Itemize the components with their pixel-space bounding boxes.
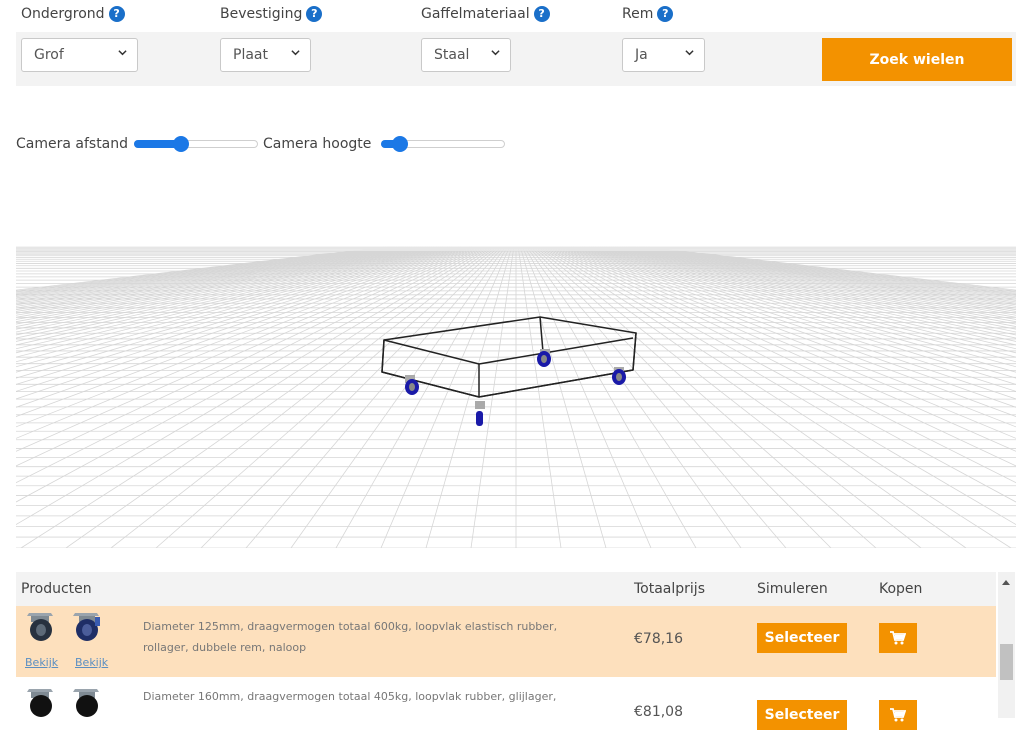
ondergrond-select[interactable]: Grof <box>21 38 138 72</box>
camera-height-thumb[interactable] <box>392 136 408 152</box>
gaffelmateriaal-select[interactable]: Staal <box>421 38 511 72</box>
caster-wheel <box>405 375 419 395</box>
selecteer-button[interactable]: Selecteer <box>757 623 847 653</box>
camera-height-label: Camera hoogte <box>263 136 372 152</box>
bevestiging-select[interactable]: Plaat <box>220 38 311 72</box>
3d-viewport[interactable] <box>0 245 1024 549</box>
help-icon[interactable]: ? <box>657 6 674 22</box>
floor-grid <box>0 245 1024 549</box>
caster-wheel-image[interactable] <box>23 684 59 718</box>
selecteer-button[interactable]: Selecteer <box>757 700 847 730</box>
buy-button[interactable] <box>879 623 917 653</box>
filter-label-ondergrond: Ondergrond ? <box>21 6 125 22</box>
scrollbar-thumb[interactable] <box>1000 644 1013 680</box>
header-buy: Kopen <box>879 581 923 597</box>
camera-distance-slider[interactable] <box>134 136 258 152</box>
buy-button[interactable] <box>879 700 917 730</box>
caster-wheel <box>612 367 626 385</box>
product-price: €78,16 <box>634 631 683 647</box>
table-row: Diameter 160mm, draagvermogen totaal 405… <box>16 680 996 751</box>
chevron-down-icon <box>118 50 127 56</box>
table-header: Producten Totaalprijs Simuleren Kopen <box>16 572 996 606</box>
caster-wheel <box>475 401 485 426</box>
rem-select[interactable]: Ja <box>622 38 705 72</box>
header-products: Producten <box>21 581 92 597</box>
shopping-cart-icon <box>890 708 906 722</box>
caster-wheel-image[interactable] <box>69 684 105 718</box>
scroll-up-arrow-icon[interactable] <box>1002 580 1010 585</box>
filter-bar: Ondergrond ? Grof Bevestiging ? Plaat Ga… <box>0 0 1024 86</box>
filter-label-bevestiging: Bevestiging ? <box>220 6 323 22</box>
table-scrollbar[interactable] <box>998 572 1015 718</box>
camera-distance-thumb[interactable] <box>173 136 189 152</box>
bekijk-link[interactable]: Bekijk <box>75 656 108 669</box>
caster-wheel <box>537 349 551 367</box>
chevron-down-icon <box>685 50 694 56</box>
camera-distance-label: Camera afstand <box>16 136 129 152</box>
help-icon[interactable]: ? <box>533 6 550 22</box>
caster-wheel-image[interactable] <box>69 608 105 642</box>
chevron-down-icon <box>491 50 500 56</box>
product-description: Diameter 125mm, draagvermogen totaal 600… <box>143 620 558 654</box>
bekijk-link[interactable]: Bekijk <box>25 656 58 669</box>
help-icon[interactable]: ? <box>306 6 323 22</box>
header-simulate: Simuleren <box>757 581 828 597</box>
chevron-down-icon <box>291 50 300 56</box>
product-description: Diameter 160mm, draagvermogen totaal 405… <box>143 690 557 703</box>
products-table: Producten Totaalprijs Simuleren Kopen Be… <box>16 572 996 751</box>
camera-height-slider[interactable] <box>381 136 505 152</box>
help-icon[interactable]: ? <box>108 6 125 22</box>
header-total: Totaalprijs <box>634 581 705 597</box>
3d-scene-canvas <box>0 245 1024 549</box>
zoek-wielen-button[interactable]: Zoek wielen <box>822 38 1012 81</box>
shopping-cart-icon <box>890 631 906 645</box>
caster-wheel-image[interactable] <box>23 608 59 642</box>
filter-label-rem: Rem ? <box>622 6 674 22</box>
table-row: Bekijk Bekijk Diameter 125mm, draagvermo… <box>16 606 996 677</box>
filter-label-gaffelmateriaal: Gaffelmateriaal ? <box>421 6 550 22</box>
